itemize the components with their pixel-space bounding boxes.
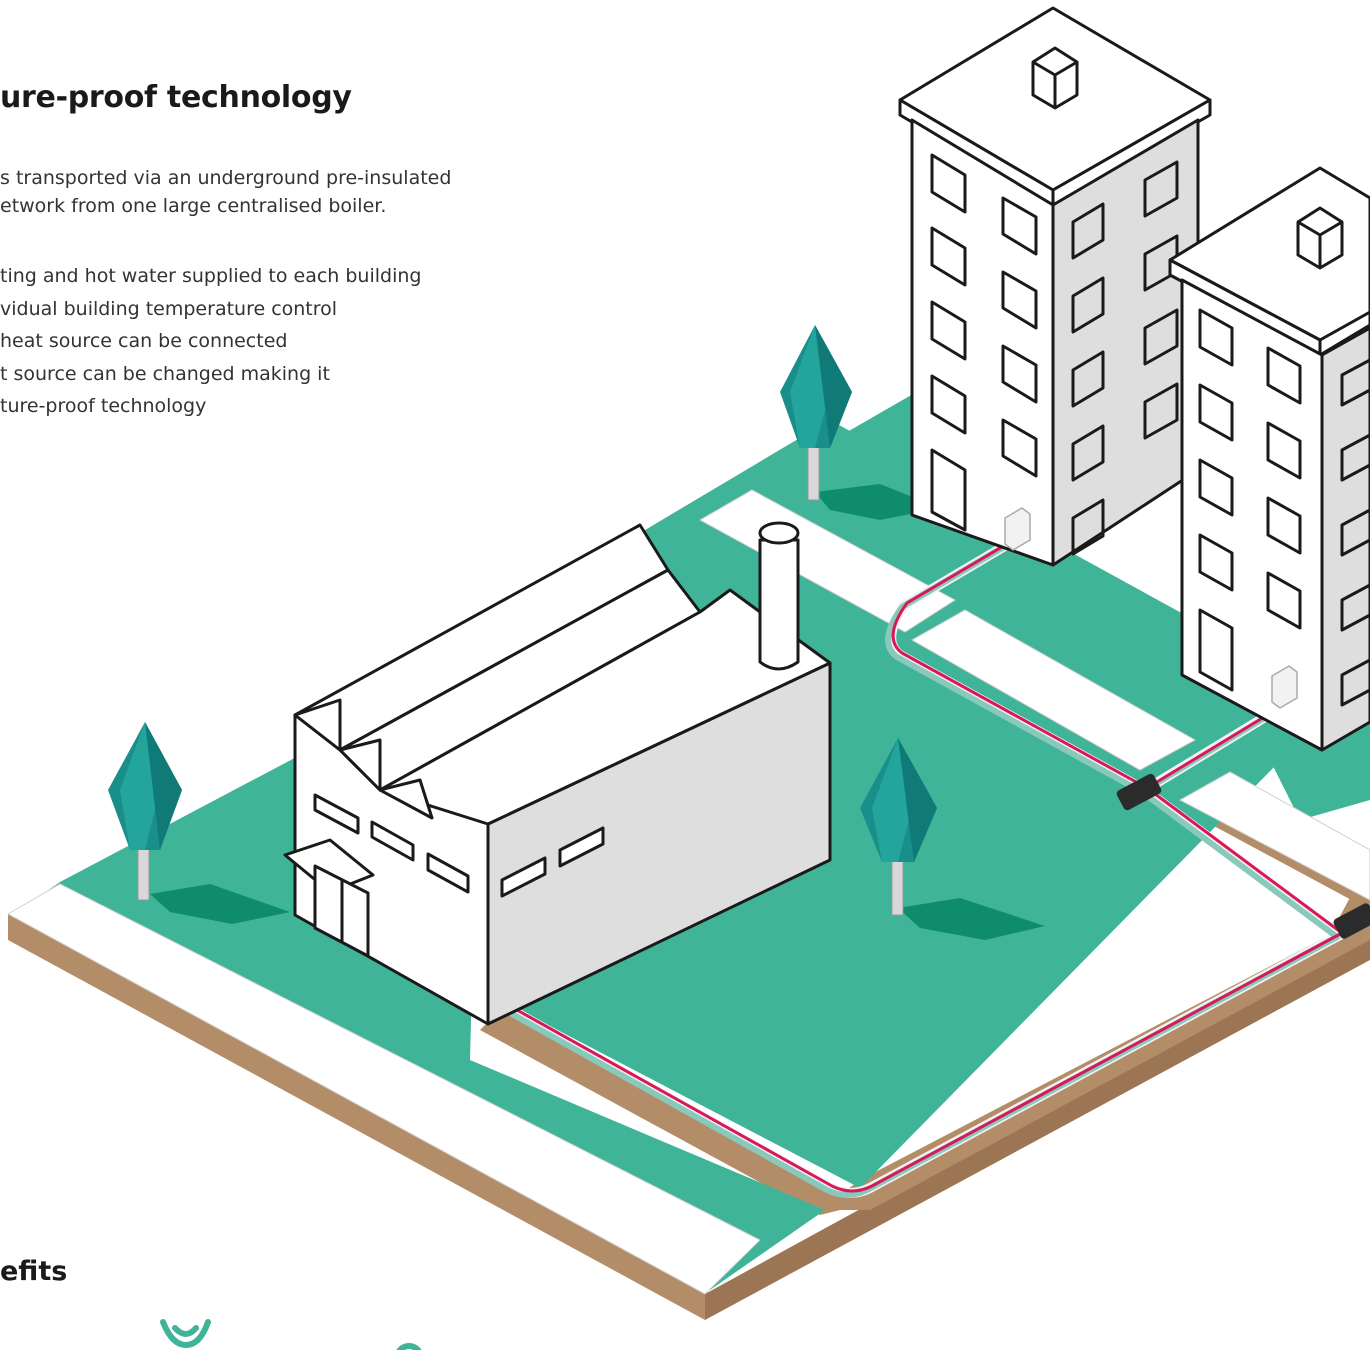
intro-line: etwork from one large centralised boiler… <box>0 195 387 217</box>
benefit-list: ting and hot water supplied to each buil… <box>0 260 421 423</box>
list-item: heat source can be connected <box>0 330 288 352</box>
apartment-building <box>1168 166 1370 752</box>
list-item: vidual building temperature control <box>0 297 338 320</box>
apartment-building <box>898 6 1212 567</box>
intro-line: s transported via an underground pre-ins… <box>0 167 452 189</box>
list-item: t source can be changed making it <box>0 362 330 385</box>
list-item: ting and hot water supplied to each buil… <box>0 265 422 287</box>
leaf-icon <box>160 1319 211 1349</box>
location-pin-icon <box>396 1343 422 1350</box>
list-item: ture-proof technology <box>0 395 207 417</box>
intro-paragraph: s transported via an underground pre-ins… <box>0 164 520 220</box>
benefits-heading: efits <box>0 1256 68 1287</box>
section-headline: ure-proof technology <box>0 80 352 115</box>
